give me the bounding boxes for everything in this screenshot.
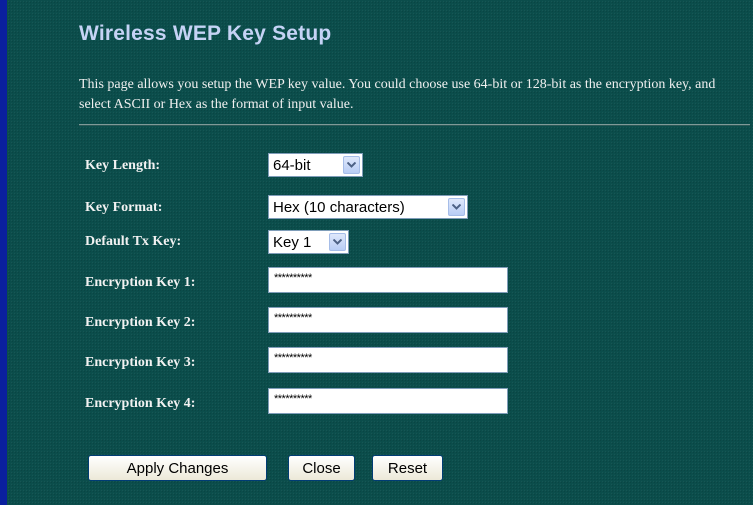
default-tx-key-label: Default Tx Key:: [85, 234, 182, 249]
apply-changes-button[interactable]: Apply Changes: [88, 455, 267, 481]
key-length-select[interactable]: 64-bit: [268, 153, 363, 177]
encryption-key-3-label: Encryption Key 3:: [85, 355, 196, 370]
chevron-down-icon[interactable]: [343, 156, 360, 174]
encryption-key-2-label: Encryption Key 2:: [85, 315, 196, 330]
encryption-key-3-field[interactable]: **********: [268, 347, 508, 373]
key-format-select[interactable]: Hex (10 characters): [268, 195, 468, 219]
content-panel: Wireless WEP Key Setup This page allows …: [7, 0, 753, 505]
default-tx-key-value: Key 1: [273, 233, 312, 251]
page-frame: Wireless WEP Key Setup This page allows …: [0, 0, 755, 505]
chevron-down-icon[interactable]: [329, 233, 346, 251]
page-title: Wireless WEP Key Setup: [79, 22, 332, 45]
encryption-key-4-field[interactable]: **********: [268, 388, 508, 414]
key-format-label: Key Format:: [85, 200, 163, 215]
divider: [79, 124, 750, 126]
close-button[interactable]: Close: [288, 455, 355, 481]
key-format-value: Hex (10 characters): [273, 198, 405, 216]
encryption-key-1-field[interactable]: **********: [268, 267, 508, 293]
encryption-key-2-field[interactable]: **********: [268, 307, 508, 333]
encryption-key-1-label: Encryption Key 1:: [85, 275, 196, 290]
reset-button[interactable]: Reset: [372, 455, 443, 481]
key-length-label: Key Length:: [85, 158, 161, 173]
encryption-key-4-label: Encryption Key 4:: [85, 396, 196, 411]
window-left-edge: [0, 0, 7, 505]
default-tx-key-select[interactable]: Key 1: [268, 230, 349, 254]
page-description: This page allows you setup the WEP key v…: [79, 77, 716, 112]
chevron-down-icon[interactable]: [448, 198, 465, 216]
key-length-value: 64-bit: [273, 156, 311, 174]
